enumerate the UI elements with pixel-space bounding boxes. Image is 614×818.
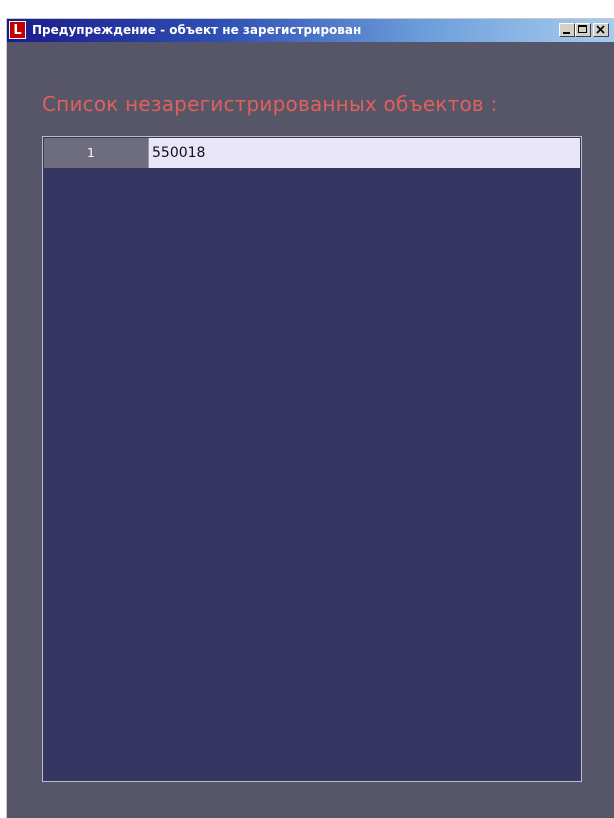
minimize-button[interactable] [559,23,575,37]
window-title: Предупреждение - объект не зарегистриров… [32,23,362,37]
app-icon-letter: L [13,22,22,38]
unregistered-list-heading: Список незарегистрированных объектов : [42,92,498,116]
close-button[interactable] [593,23,609,37]
unregistered-objects-table[interactable]: 1 550018 [42,136,582,782]
table-row[interactable]: 1 550018 [44,138,580,168]
maximize-icon [578,25,587,33]
object-id-cell[interactable]: 550018 [149,138,580,168]
close-icon [596,25,605,34]
title-bar[interactable]: L Предупреждение - объект не зарегистрир… [7,19,614,42]
maximize-button[interactable] [575,23,591,37]
minimize-icon [563,32,570,34]
warning-window: L Предупреждение - объект не зарегистрир… [6,18,614,818]
app-logo-icon[interactable]: L [9,21,26,39]
row-index-cell[interactable]: 1 [44,138,149,168]
